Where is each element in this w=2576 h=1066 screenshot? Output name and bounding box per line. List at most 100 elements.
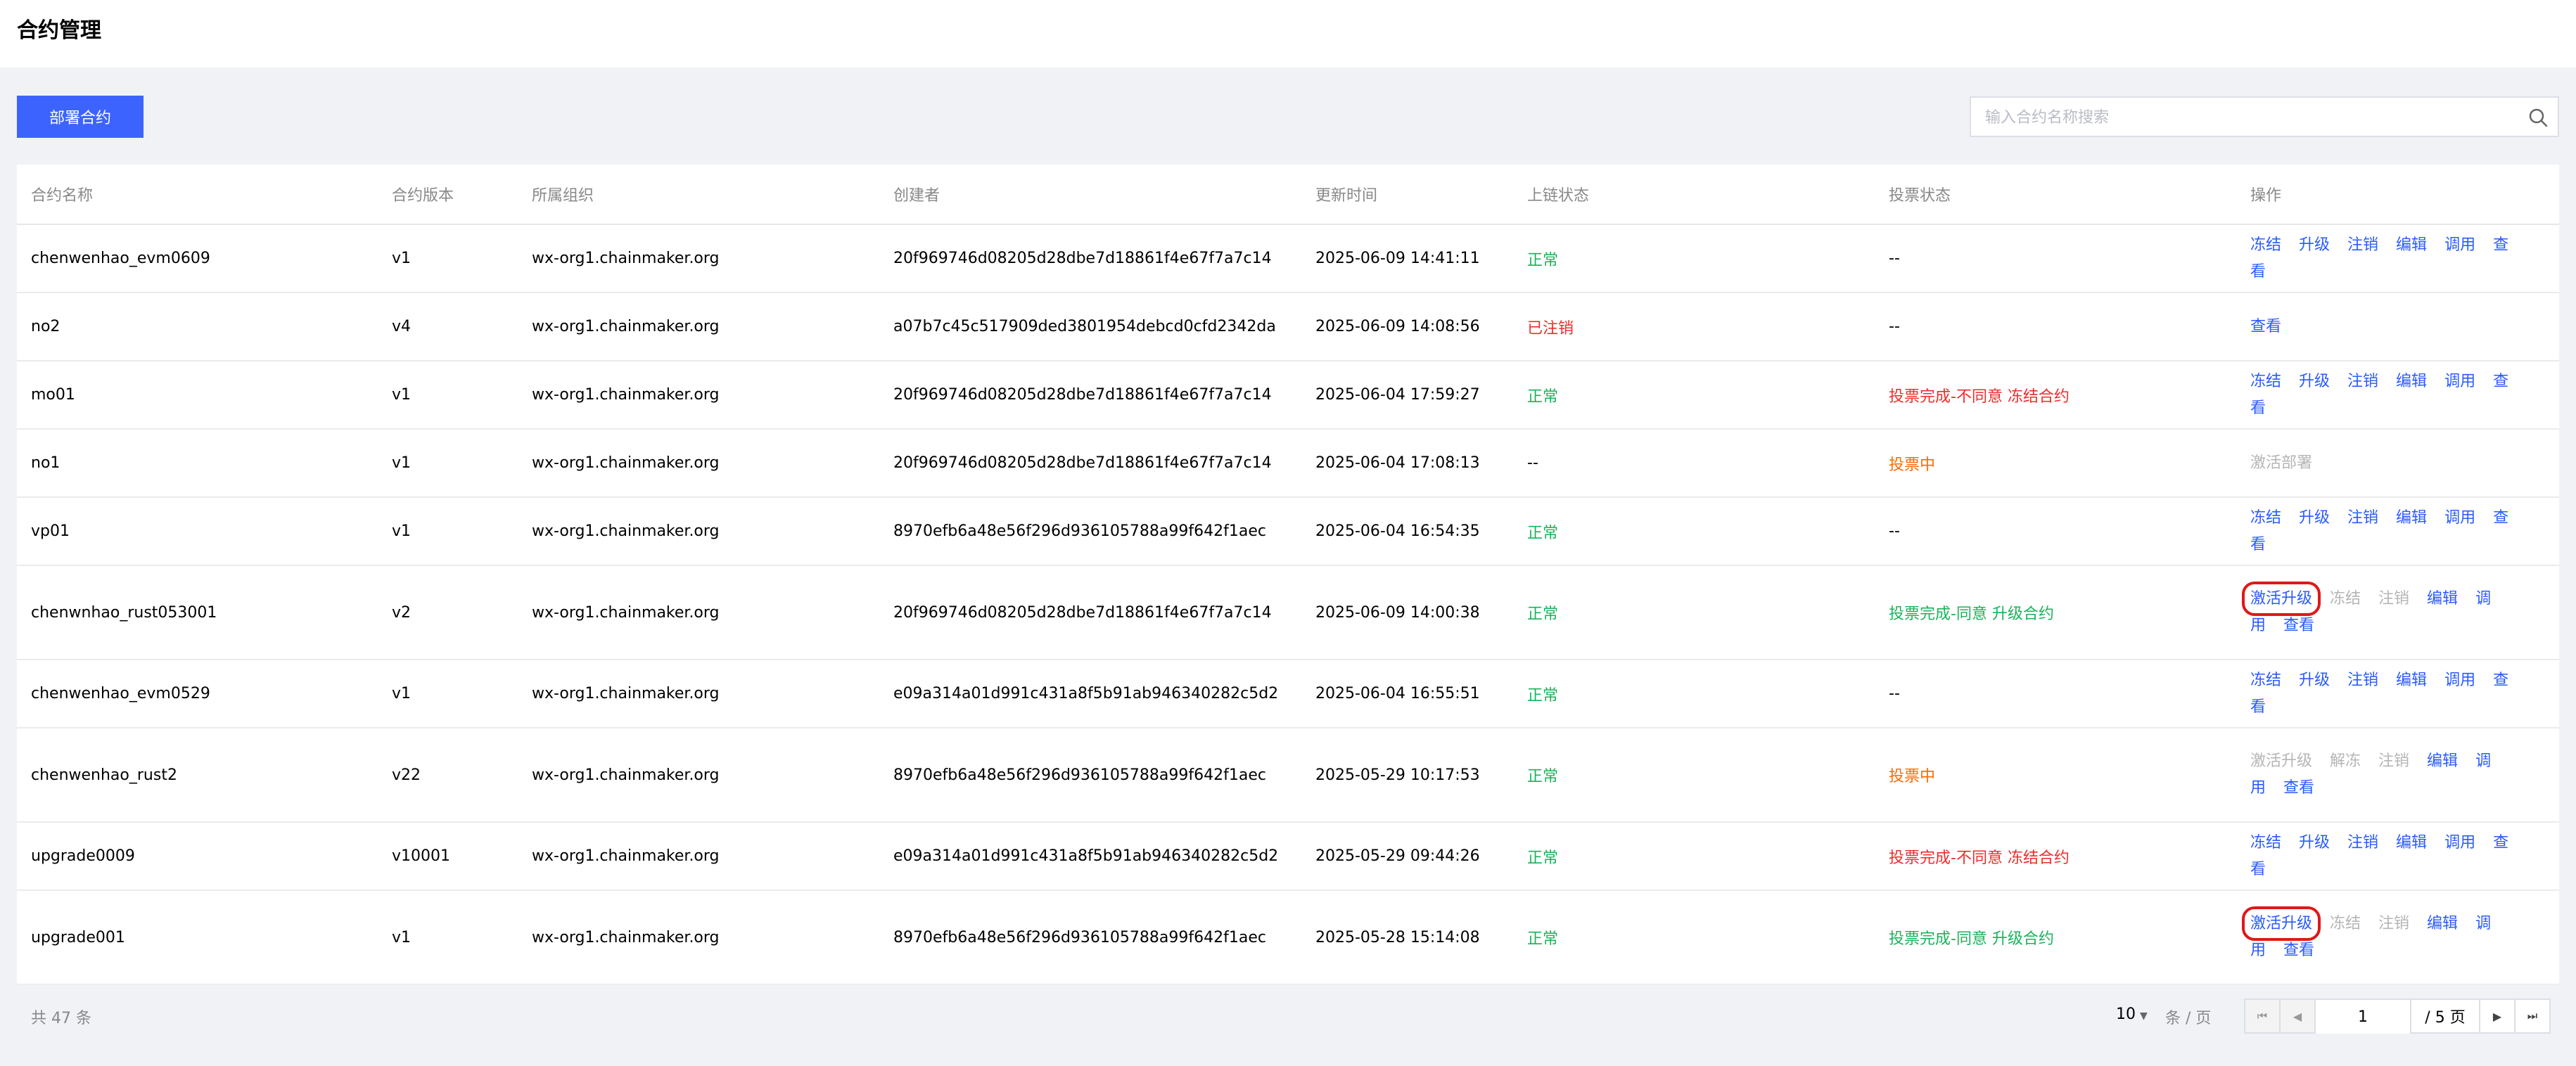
total-count: 共 47 条 bbox=[31, 1010, 91, 1027]
search-box bbox=[1970, 96, 2559, 137]
view-link[interactable]: 查看 bbox=[2283, 942, 2314, 959]
cell-org: wx-org1.chainmaker.org bbox=[518, 497, 879, 566]
upgrade-link[interactable]: 升级 bbox=[2299, 373, 2330, 390]
edit-link[interactable]: 编辑 bbox=[2427, 915, 2458, 932]
cell-vote-status: 投票完成-不同意 冻结合约 bbox=[1875, 361, 2236, 430]
edit-link[interactable]: 编辑 bbox=[2396, 834, 2427, 852]
cell-creator: 8970efb6a48e56f296d936105788a99f642f1aec bbox=[879, 728, 1301, 823]
revoke-link[interactable]: 注销 bbox=[2347, 236, 2378, 254]
unfreeze-link: 解冻 bbox=[2330, 752, 2361, 770]
deploy-contract-button[interactable]: 部署合约 bbox=[17, 96, 144, 138]
search-input[interactable] bbox=[1984, 98, 2507, 137]
edit-link[interactable]: 编辑 bbox=[2427, 752, 2458, 770]
freeze-link[interactable]: 冻结 bbox=[2250, 236, 2281, 254]
invoke-link[interactable]: 调用 bbox=[2444, 672, 2475, 689]
view-link[interactable]: 查看 bbox=[2283, 617, 2314, 634]
edit-link[interactable]: 编辑 bbox=[2427, 590, 2458, 608]
cell-chain-status: 正常 bbox=[1513, 822, 1875, 891]
cell-contract-name: upgrade001 bbox=[17, 890, 378, 985]
invoke-link[interactable]: 调用 bbox=[2444, 509, 2475, 527]
cell-updated-time: 2025-06-04 17:59:27 bbox=[1301, 361, 1513, 430]
cell-chain-status: 正常 bbox=[1513, 890, 1875, 985]
cell-updated-time: 2025-06-04 16:55:51 bbox=[1301, 660, 1513, 728]
column-header-version: 合约版本 bbox=[378, 165, 518, 225]
cell-actions: 激活升级 冻结 注销 编辑 调用 查看 bbox=[2236, 890, 2559, 985]
freeze-link[interactable]: 冻结 bbox=[2250, 373, 2281, 390]
cell-org: wx-org1.chainmaker.org bbox=[518, 293, 879, 361]
cell-vote-status: 投票中 bbox=[1875, 728, 2236, 823]
cell-actions: 查看 bbox=[2236, 293, 2559, 361]
invoke-link[interactable]: 调用 bbox=[2444, 373, 2475, 390]
edit-link[interactable]: 编辑 bbox=[2396, 373, 2427, 390]
cell-actions: 冻结 升级 注销 编辑 调用 查看 bbox=[2236, 224, 2559, 293]
first-page-button[interactable]: ⏮ bbox=[2245, 1000, 2281, 1032]
page-size-unit: 条 / 页 bbox=[2165, 1010, 2212, 1027]
next-page-button[interactable]: ▶ bbox=[2480, 1000, 2516, 1032]
revoke-link: 注销 bbox=[2378, 915, 2410, 932]
upgrade-link[interactable]: 升级 bbox=[2299, 672, 2330, 689]
cell-updated-time: 2025-06-09 14:41:11 bbox=[1301, 224, 1513, 293]
freeze-link[interactable]: 冻结 bbox=[2250, 509, 2281, 527]
edit-link[interactable]: 编辑 bbox=[2396, 672, 2427, 689]
cell-org: wx-org1.chainmaker.org bbox=[518, 728, 879, 823]
cell-version: v1 bbox=[378, 660, 518, 728]
freeze-link: 冻结 bbox=[2330, 590, 2361, 608]
table-row: chenwnhao_rust053001 v2 wx-org1.chainmaker… bbox=[17, 565, 2559, 660]
cell-contract-name: no2 bbox=[17, 293, 378, 361]
cell-chain-status: -- bbox=[1513, 429, 1875, 498]
cell-contract-name: chenwenhao_evm0609 bbox=[17, 224, 378, 293]
cell-vote-status: -- bbox=[1875, 660, 2236, 728]
cell-chain-status: 正常 bbox=[1513, 565, 1875, 660]
upgrade-link[interactable]: 升级 bbox=[2299, 236, 2330, 254]
cell-org: wx-org1.chainmaker.org bbox=[518, 361, 879, 430]
cell-version: v10001 bbox=[378, 822, 518, 891]
cell-contract-name: upgrade0009 bbox=[17, 822, 378, 891]
cell-creator: 20f969746d08205d28dbe7d18861f4e67f7a7c14 bbox=[879, 565, 1301, 660]
freeze-link[interactable]: 冻结 bbox=[2250, 834, 2281, 852]
column-header-creator: 创建者 bbox=[879, 165, 1301, 225]
edit-link[interactable]: 编辑 bbox=[2396, 236, 2427, 254]
cell-updated-time: 2025-05-29 10:17:53 bbox=[1301, 728, 1513, 823]
cell-version: v1 bbox=[378, 429, 518, 498]
cell-creator: 20f969746d08205d28dbe7d18861f4e67f7a7c14 bbox=[879, 361, 1301, 430]
cell-contract-name: chenwenhao_rust2 bbox=[17, 728, 378, 823]
last-page-button[interactable]: ⏭ bbox=[2516, 1000, 2549, 1032]
page-size-select[interactable]: 10 ▼ bbox=[2116, 1006, 2148, 1023]
page-title: 合约管理 bbox=[17, 18, 101, 43]
cell-org: wx-org1.chainmaker.org bbox=[518, 890, 879, 985]
activate-upgrade-link[interactable]: 激活升级 bbox=[2241, 582, 2321, 616]
cell-creator: 8970efb6a48e56f296d936105788a99f642f1aec bbox=[879, 497, 1301, 566]
revoke-link[interactable]: 注销 bbox=[2347, 834, 2378, 852]
view-link[interactable]: 查看 bbox=[2250, 318, 2281, 335]
cell-org: wx-org1.chainmaker.org bbox=[518, 224, 879, 293]
search-icon[interactable] bbox=[2527, 106, 2549, 129]
invoke-link[interactable]: 调用 bbox=[2444, 236, 2475, 254]
cell-chain-status: 正常 bbox=[1513, 224, 1875, 293]
upgrade-link[interactable]: 升级 bbox=[2299, 834, 2330, 852]
table-row: chenwenhao_evm0529 v1 wx-org1.chainmaker.o… bbox=[17, 660, 2559, 728]
cell-version: v22 bbox=[378, 728, 518, 823]
freeze-link[interactable]: 冻结 bbox=[2250, 672, 2281, 689]
activate-upgrade-link[interactable]: 激活升级 bbox=[2241, 906, 2321, 941]
cell-vote-status: -- bbox=[1875, 293, 2236, 361]
table-header-row: 合约名称 合约版本 所属组织 创建者 更新时间 上链状态 投票状态 操作 bbox=[17, 165, 2559, 225]
cell-org: wx-org1.chainmaker.org bbox=[518, 565, 879, 660]
edit-link[interactable]: 编辑 bbox=[2396, 509, 2427, 527]
revoke-link: 注销 bbox=[2378, 752, 2410, 770]
table-row: chenwenhao_evm0609 v1 wx-org1.chainmaker.o… bbox=[17, 224, 2559, 293]
view-link[interactable]: 查看 bbox=[2283, 779, 2314, 797]
cell-creator: 20f969746d08205d28dbe7d18861f4e67f7a7c14 bbox=[879, 224, 1301, 293]
cell-org: wx-org1.chainmaker.org bbox=[518, 822, 879, 891]
freeze-link: 冻结 bbox=[2330, 915, 2361, 932]
invoke-link[interactable]: 调用 bbox=[2444, 834, 2475, 852]
prev-page-button[interactable]: ◀ bbox=[2281, 1000, 2316, 1032]
cell-creator: e09a314a01d991c431a8f5b91ab946340282c5d2 bbox=[879, 660, 1301, 728]
upgrade-link[interactable]: 升级 bbox=[2299, 509, 2330, 527]
page-number-input[interactable] bbox=[2316, 1000, 2411, 1034]
revoke-link[interactable]: 注销 bbox=[2347, 672, 2378, 689]
revoke-link[interactable]: 注销 bbox=[2347, 373, 2378, 390]
column-header-updated: 更新时间 bbox=[1301, 165, 1513, 225]
cell-vote-status: 投票完成-同意 升级合约 bbox=[1875, 565, 2236, 660]
revoke-link[interactable]: 注销 bbox=[2347, 509, 2378, 527]
cell-vote-status: 投票完成-同意 升级合约 bbox=[1875, 890, 2236, 985]
